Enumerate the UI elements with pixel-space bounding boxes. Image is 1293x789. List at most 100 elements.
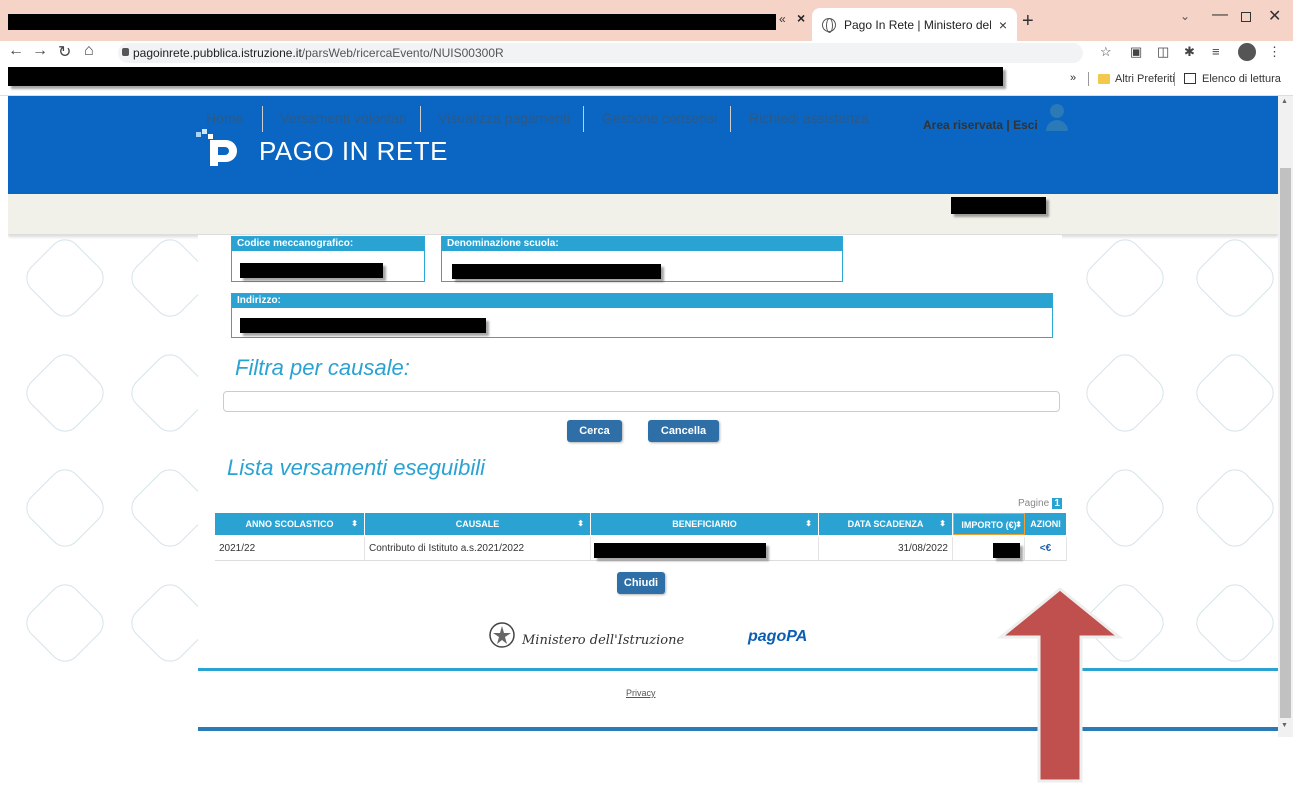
column-label: AZIONI (1030, 519, 1061, 529)
cell-anno: 2021/22 (215, 537, 365, 561)
menu-icon[interactable]: ⋮ (1268, 44, 1281, 60)
column-label: ANNO SCOLASTICO (245, 519, 334, 529)
divider (730, 106, 731, 132)
nav-gestione-consensi[interactable]: Gestione consensi (602, 110, 717, 126)
main-navigation (8, 194, 1278, 235)
puzzle-icon[interactable]: ✱ (1184, 44, 1195, 60)
pago-logo-icon (196, 129, 237, 166)
page-number[interactable]: 1 (1052, 498, 1063, 509)
school-code-label: Codice meccanografico: (232, 237, 424, 251)
extension-icon[interactable]: ▣ (1130, 44, 1142, 60)
privacy-link[interactable]: Privacy (626, 688, 656, 698)
bookmark-folder[interactable]: Altri Preferiti (1115, 73, 1175, 85)
search-button[interactable]: Cerca (567, 420, 622, 442)
emblem-icon (489, 622, 515, 648)
home-icon[interactable]: ⌂ (84, 42, 94, 60)
redacted-beneficiario (594, 543, 766, 558)
area-riservata-link[interactable]: Area riservata | Esci (923, 118, 1038, 132)
divider (1088, 72, 1089, 86)
column-label: CAUSALE (455, 519, 500, 529)
column-header-beneficiario[interactable]: BENEFICIARIO ⬍ (591, 513, 819, 535)
redacted-bookmarks (8, 67, 1003, 86)
pay-action-link[interactable]: <€ (1025, 537, 1067, 561)
url-field[interactable]: pagoinrete.pubblica.istruzione.it/parsWe… (118, 43, 1083, 63)
column-header-data-scadenza[interactable]: DATA SCADENZA ⬍ (819, 513, 953, 535)
redacted-address (240, 318, 486, 333)
background-pattern (1189, 462, 1278, 554)
reading-list-link[interactable]: Elenco di lettura (1202, 73, 1281, 85)
column-header-anno[interactable]: ANNO SCOLASTICO ⬍ (215, 513, 365, 535)
column-label: IMPORTO (€) (961, 520, 1017, 530)
causale-filter-input[interactable] (223, 391, 1060, 412)
background-pattern (19, 577, 111, 669)
column-label: BENEFICIARIO (672, 519, 737, 529)
nav-richiedi-assistenza[interactable]: Richiedi assistenza (749, 110, 869, 126)
redacted-username (951, 197, 1046, 214)
close-tab-icon[interactable]: × (999, 17, 1007, 33)
column-label: DATA SCADENZA (847, 519, 924, 529)
divider (1174, 72, 1175, 86)
redacted-school-code (240, 263, 383, 278)
nav-visualizza-pagamenti[interactable]: Visualizza pagamenti (438, 110, 570, 126)
profile-avatar[interactable] (1238, 43, 1256, 61)
background-pattern (1189, 232, 1278, 324)
new-tab-button[interactable]: + (1022, 10, 1034, 33)
pagination: Pagine 1 (1018, 498, 1063, 509)
background-pattern (1189, 577, 1278, 669)
redacted-tab-strip (8, 14, 776, 30)
back-icon[interactable]: ← (8, 42, 24, 60)
tab-search-icon[interactable]: ⌄ (1180, 9, 1190, 23)
lock-icon (122, 48, 129, 56)
playlist-icon[interactable]: ≡ (1212, 44, 1220, 59)
site-logo-text[interactable]: PAGO IN RETE (259, 136, 448, 167)
globe-icon (822, 17, 836, 33)
scroll-thumb[interactable] (1280, 168, 1291, 718)
list-title: Lista versamenti eseguibili (227, 455, 486, 480)
window-close-icon[interactable]: ✕ (1268, 6, 1281, 26)
sort-icon: ⬍ (805, 519, 812, 528)
divider (420, 106, 421, 132)
column-header-causale[interactable]: CAUSALE ⬍ (365, 513, 591, 535)
clear-button[interactable]: Cancella (648, 420, 719, 442)
background-pattern (1079, 462, 1171, 554)
extension-icon[interactable]: ◫ (1157, 44, 1169, 60)
cell-causale: Contributo di Istituto a.s.2021/2022 (365, 537, 591, 561)
divider (583, 106, 584, 132)
minimize-icon[interactable]: — (1212, 6, 1228, 24)
column-header-importo[interactable]: IMPORTO (€) ⬍ (953, 513, 1025, 535)
scroll-down-icon[interactable]: ▼ (1281, 722, 1288, 729)
maximize-icon[interactable] (1241, 12, 1251, 22)
nav-versamenti-volontari[interactable]: Versamenti volontari (280, 110, 407, 126)
pagopa-logo: pagoPA (748, 628, 808, 645)
url-host: pagoinrete.pubblica.istruzione.it (133, 46, 302, 60)
background-pattern (19, 347, 111, 439)
school-name-label: Denominazione scuola: (442, 237, 842, 251)
address-label: Indirizzo: (232, 294, 1052, 308)
filter-title: Filtra per causale: (235, 355, 410, 380)
star-icon[interactable]: ☆ (1100, 44, 1112, 60)
forward-icon[interactable]: → (32, 42, 48, 60)
background-pattern (1189, 347, 1278, 439)
background-pattern (1079, 232, 1171, 324)
close-button[interactable]: Chiudi (617, 572, 665, 594)
reload-icon[interactable]: ↻ (58, 42, 71, 62)
sort-icon: ⬍ (1015, 520, 1022, 529)
scroll-up-icon[interactable]: ▲ (1281, 98, 1288, 105)
background-pattern (1079, 347, 1171, 439)
redacted-importo (993, 543, 1020, 558)
reading-list-icon (1184, 73, 1196, 84)
active-tab[interactable]: Pago In Rete | Ministero dell'Istru × (812, 8, 1017, 41)
user-icon[interactable] (1046, 103, 1068, 131)
red-arrow-annotation (996, 587, 1124, 783)
nav-home[interactable]: Home (206, 110, 243, 126)
sort-icon: ⬍ (351, 519, 358, 528)
tab-close-icon[interactable]: × (797, 10, 805, 26)
folder-icon (1098, 74, 1110, 84)
tab-scroll-icon[interactable]: « (779, 12, 786, 26)
divider (262, 106, 263, 132)
redacted-school-name (452, 264, 661, 279)
ministero-logo-text: Ministero dell'Istruzione (522, 633, 685, 648)
sort-icon: ⬍ (939, 519, 946, 528)
url-path: /parsWeb/ricercaEvento/NUIS00300R (301, 46, 504, 60)
bookmarks-more-button[interactable]: » (1070, 72, 1076, 84)
